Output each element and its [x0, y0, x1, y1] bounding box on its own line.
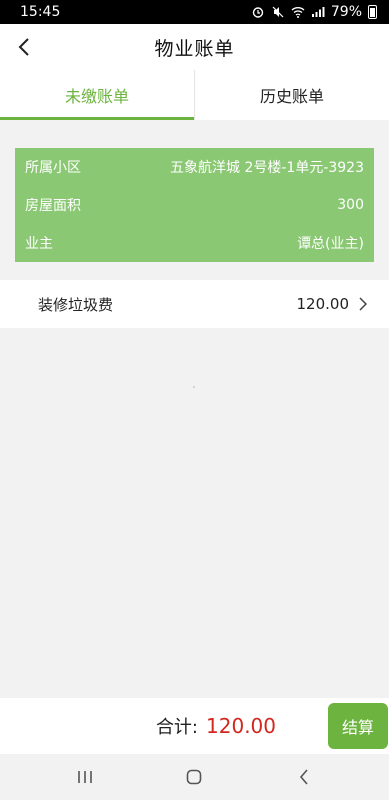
info-row-community: 所属小区 五象航洋城 2号楼-1单元-3923 [25, 149, 364, 185]
fee-amount: 120.00 [296, 295, 350, 313]
area-value: 300 [337, 197, 364, 213]
status-icons: 79% [251, 4, 377, 20]
owner-value: 谭总(业主) [297, 236, 364, 252]
checkout-bar: 合计: 120.00 结算 [0, 698, 389, 754]
chevron-right-icon [359, 297, 369, 311]
checkout-button[interactable]: 结算 [328, 703, 388, 749]
community-label: 所属小区 [25, 160, 81, 176]
alarm-icon [251, 6, 265, 18]
signal-icon [311, 6, 325, 18]
header: 物业账单 [0, 24, 389, 70]
tab-bar: 未缴账单 历史账单 [0, 70, 389, 120]
loading-dot [193, 386, 195, 388]
home-button[interactable] [174, 762, 214, 792]
wifi-icon [291, 6, 305, 18]
tab-history-bills[interactable]: 历史账单 [195, 70, 389, 120]
info-row-area: 房屋面积 300 [25, 187, 364, 223]
status-bar: 15:45 79% [0, 0, 389, 24]
fee-list-item[interactable]: 装修垃圾费 120.00 [0, 280, 389, 328]
battery-percent: 79% [330, 4, 362, 20]
total-value: 120.00 [206, 714, 276, 738]
fee-name: 装修垃圾费 [38, 295, 114, 314]
info-row-owner: 业主 谭总(业主) [25, 225, 364, 261]
owner-label: 业主 [25, 236, 53, 252]
system-back-button[interactable] [284, 762, 324, 792]
recent-apps-button[interactable] [65, 762, 105, 792]
back-button[interactable] [14, 34, 34, 60]
total-label: 合计: [155, 717, 199, 738]
chevron-left-icon [18, 38, 29, 56]
battery-icon [368, 5, 377, 19]
area-label: 房屋面积 [25, 198, 81, 214]
community-value: 五象航洋城 2号楼-1单元-3923 [170, 160, 364, 176]
page-title: 物业账单 [154, 37, 235, 60]
property-info-card: 所属小区 五象航洋城 2号楼-1单元-3923 房屋面积 300 业主 谭总(业… [15, 148, 374, 262]
back-arrow-icon [300, 769, 308, 785]
tab-unpaid-bills[interactable]: 未缴账单 [0, 70, 194, 120]
status-time: 15:45 [20, 4, 61, 20]
recent-apps-icon [78, 771, 92, 783]
mute-icon [271, 6, 285, 18]
system-nav-bar [0, 754, 389, 800]
home-icon [187, 769, 202, 785]
